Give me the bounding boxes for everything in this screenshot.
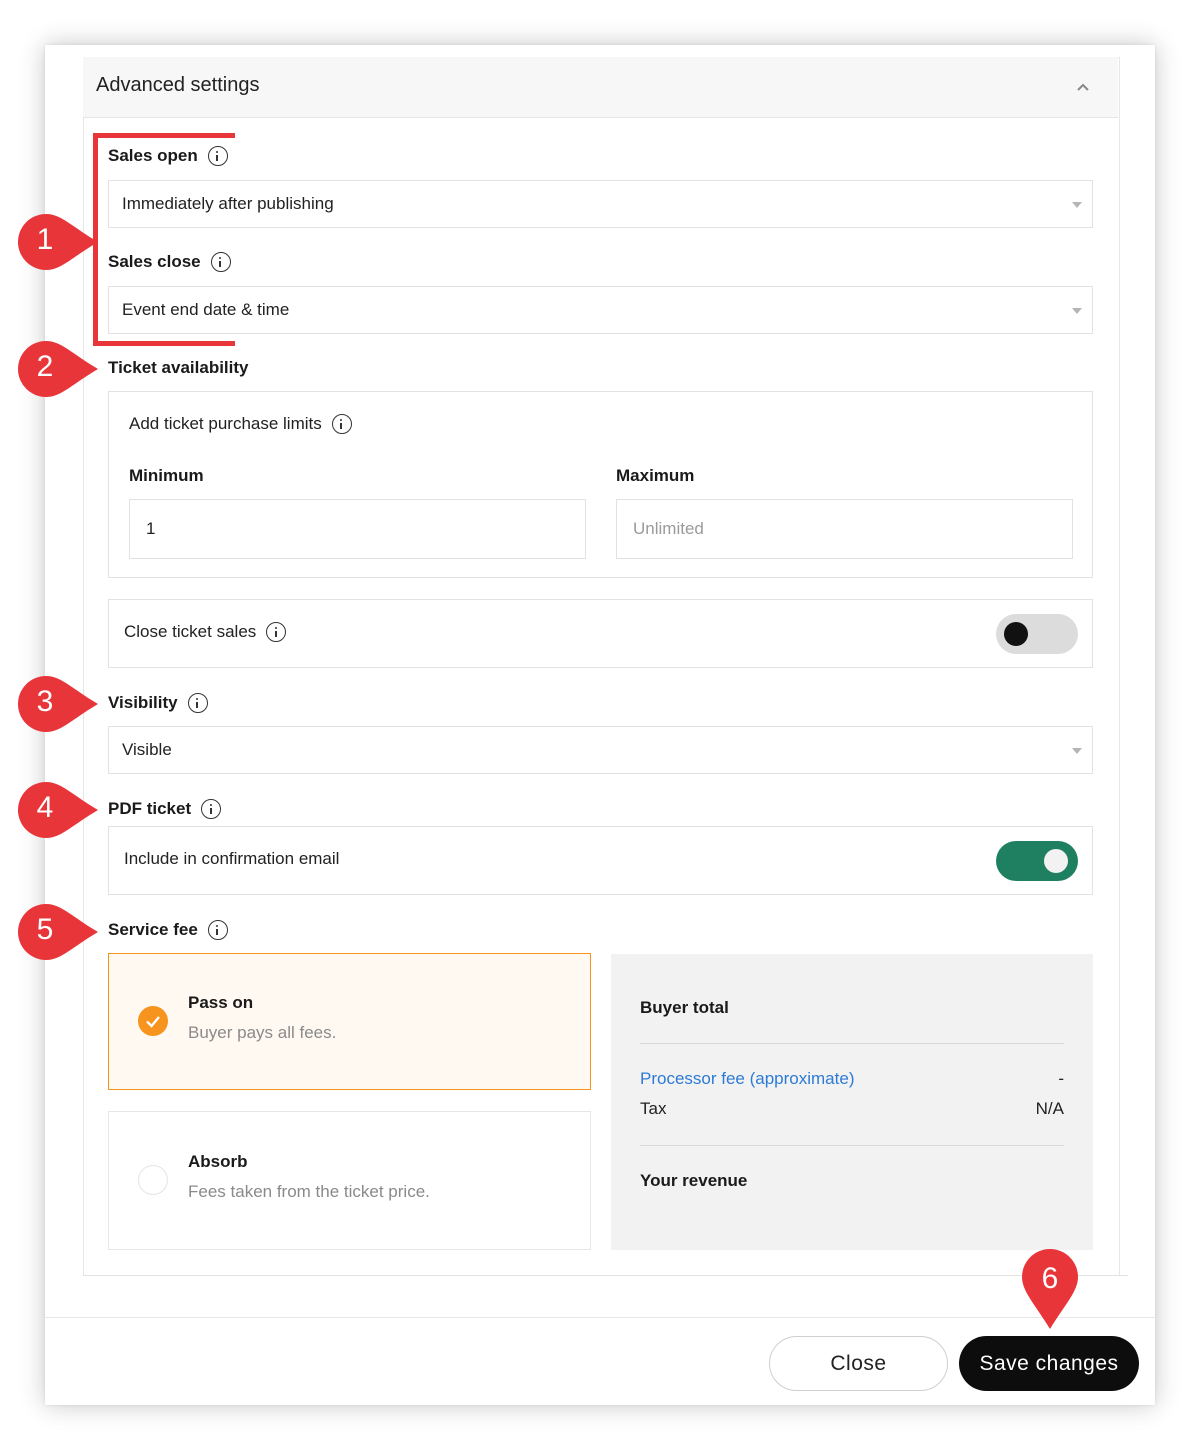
summary-divider	[640, 1043, 1064, 1044]
summary-divider	[640, 1145, 1064, 1146]
callout-number-5: 5	[36, 913, 54, 946]
maximum-input[interactable]: Unlimited	[616, 499, 1073, 559]
callout-number-6: 6	[1041, 1262, 1059, 1295]
visibility-label-text: Visibility	[108, 693, 178, 712]
ticket-availability-label-text: Ticket availability	[108, 358, 249, 377]
dropdown-caret-icon	[1072, 748, 1082, 754]
close-ticket-sales-label: Close ticket sales	[124, 622, 287, 642]
dropdown-caret-icon	[1072, 308, 1082, 314]
fee-option-pass-on[interactable]	[108, 953, 591, 1090]
pdf-ticket-label-text: PDF ticket	[108, 799, 192, 818]
buyer-total-label: Buyer total	[640, 998, 729, 1017]
service-fee-label-text: Service fee	[108, 920, 198, 939]
sales-open-select[interactable]: Immediately after publishing	[108, 180, 1093, 228]
dropdown-caret-icon	[1072, 202, 1082, 208]
annotation-bracket	[93, 133, 235, 346]
footer-divider	[45, 1317, 1155, 1318]
visibility-select[interactable]: Visible	[108, 726, 1093, 774]
processor-fee-value: -	[1058, 1069, 1064, 1088]
close-ticket-sales-label-text: Close ticket sales	[124, 622, 257, 641]
radio-unselected-icon[interactable]	[138, 1165, 168, 1195]
fee-option-absorb[interactable]	[108, 1111, 591, 1250]
toggle-knob	[1044, 849, 1068, 873]
radio-selected-check-icon[interactable]	[138, 1006, 168, 1036]
visibility-value: Visible	[122, 740, 172, 759]
toggle-knob	[1004, 622, 1028, 646]
callout-number-3: 3	[36, 685, 54, 718]
absorb-title: Absorb	[188, 1152, 248, 1171]
save-changes-button[interactable]: Save changes	[959, 1336, 1139, 1391]
info-icon[interactable]	[266, 622, 287, 642]
your-revenue-label: Your revenue	[640, 1171, 748, 1190]
service-fee-label: Service fee	[108, 920, 228, 940]
panel-title: Advanced settings	[96, 74, 260, 96]
processor-fee-link[interactable]: Processor fee (approximate)	[640, 1069, 854, 1089]
pdf-ticket-label: PDF ticket	[108, 799, 222, 819]
callout-number-2: 2	[36, 350, 54, 383]
info-icon[interactable]	[207, 920, 228, 940]
purchase-limits-label-text: Add ticket purchase limits	[129, 414, 322, 433]
minimum-input[interactable]: 1	[129, 499, 586, 559]
minimum-input-value: 1	[146, 519, 156, 538]
info-icon[interactable]	[187, 693, 208, 713]
maximum-label: Maximum	[616, 466, 695, 485]
callout-number-4: 4	[36, 791, 54, 824]
close-ticket-sales-toggle[interactable]	[996, 614, 1078, 654]
ticket-availability-label: Ticket availability	[108, 358, 248, 378]
sales-close-select[interactable]: Event end date & time	[108, 286, 1093, 334]
pdf-ticket-option-label: Include in confirmation email	[124, 849, 339, 869]
pass-on-title: Pass on	[188, 993, 254, 1012]
absorb-subtitle: Fees taken from the ticket price.	[188, 1182, 430, 1201]
tax-value: N/A	[1035, 1099, 1064, 1118]
tax-label: Tax	[640, 1099, 667, 1118]
pass-on-subtitle: Buyer pays all fees.	[188, 1023, 337, 1042]
purchase-limits-label: Add ticket purchase limits	[129, 414, 352, 434]
pdf-ticket-option-text: Include in confirmation email	[124, 849, 340, 868]
info-icon[interactable]	[201, 799, 222, 819]
chevron-up-icon[interactable]	[1074, 78, 1092, 96]
panel-divider	[83, 1275, 1128, 1276]
minimum-label: Minimum	[129, 466, 204, 485]
callout-number-1: 1	[36, 223, 54, 256]
maximum-input-placeholder: Unlimited	[633, 519, 704, 538]
visibility-label: Visibility	[108, 693, 208, 713]
pdf-ticket-toggle[interactable]	[996, 841, 1078, 881]
close-button[interactable]: Close	[769, 1336, 948, 1391]
info-icon[interactable]	[331, 414, 352, 434]
